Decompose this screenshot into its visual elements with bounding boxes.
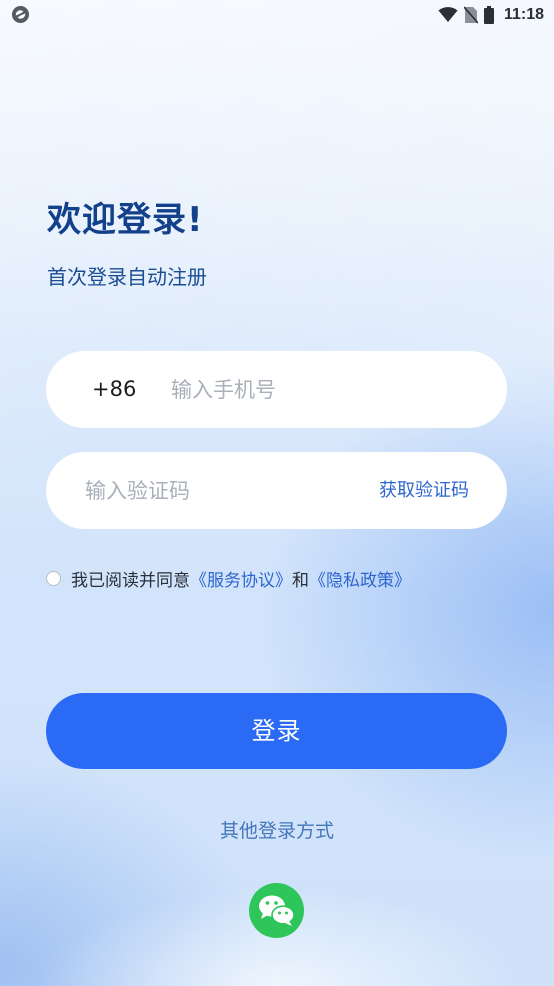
welcome-subtitle: 首次登录自动注册 bbox=[47, 265, 207, 289]
welcome-title: 欢迎登录! bbox=[47, 200, 204, 240]
app-icon bbox=[11, 5, 30, 24]
login-button[interactable]: 登录 bbox=[46, 693, 507, 769]
status-time: 11:18 bbox=[503, 6, 544, 23]
other-login-label: 其他登录方式 bbox=[219, 820, 334, 842]
phone-input-container: +86 bbox=[46, 351, 507, 428]
privacy-policy-link[interactable]: 《隐私政策》 bbox=[309, 566, 411, 591]
agreement-row: 我已阅读并同意 《服务协议》 和 《隐私政策》 bbox=[46, 565, 411, 591]
agreement-connector: 和 bbox=[292, 570, 309, 591]
battery-icon bbox=[483, 6, 494, 24]
agreement-text: 我已阅读并同意 bbox=[71, 570, 190, 591]
agreement-checkbox[interactable] bbox=[46, 570, 61, 586]
country-code[interactable]: +86 bbox=[92, 351, 136, 428]
no-sim-icon bbox=[463, 6, 478, 24]
wechat-icon bbox=[259, 895, 295, 926]
verification-code-container: 获取验证码 bbox=[46, 452, 507, 529]
status-bar: 11:18 bbox=[0, 0, 554, 30]
wechat-login-button[interactable] bbox=[249, 883, 304, 938]
service-agreement-link[interactable]: 《服务协议》 bbox=[190, 566, 292, 591]
phone-number-input[interactable] bbox=[171, 351, 471, 428]
wifi-icon bbox=[438, 7, 458, 22]
verification-code-input[interactable] bbox=[85, 452, 335, 529]
get-code-button[interactable]: 获取验证码 bbox=[379, 452, 469, 529]
